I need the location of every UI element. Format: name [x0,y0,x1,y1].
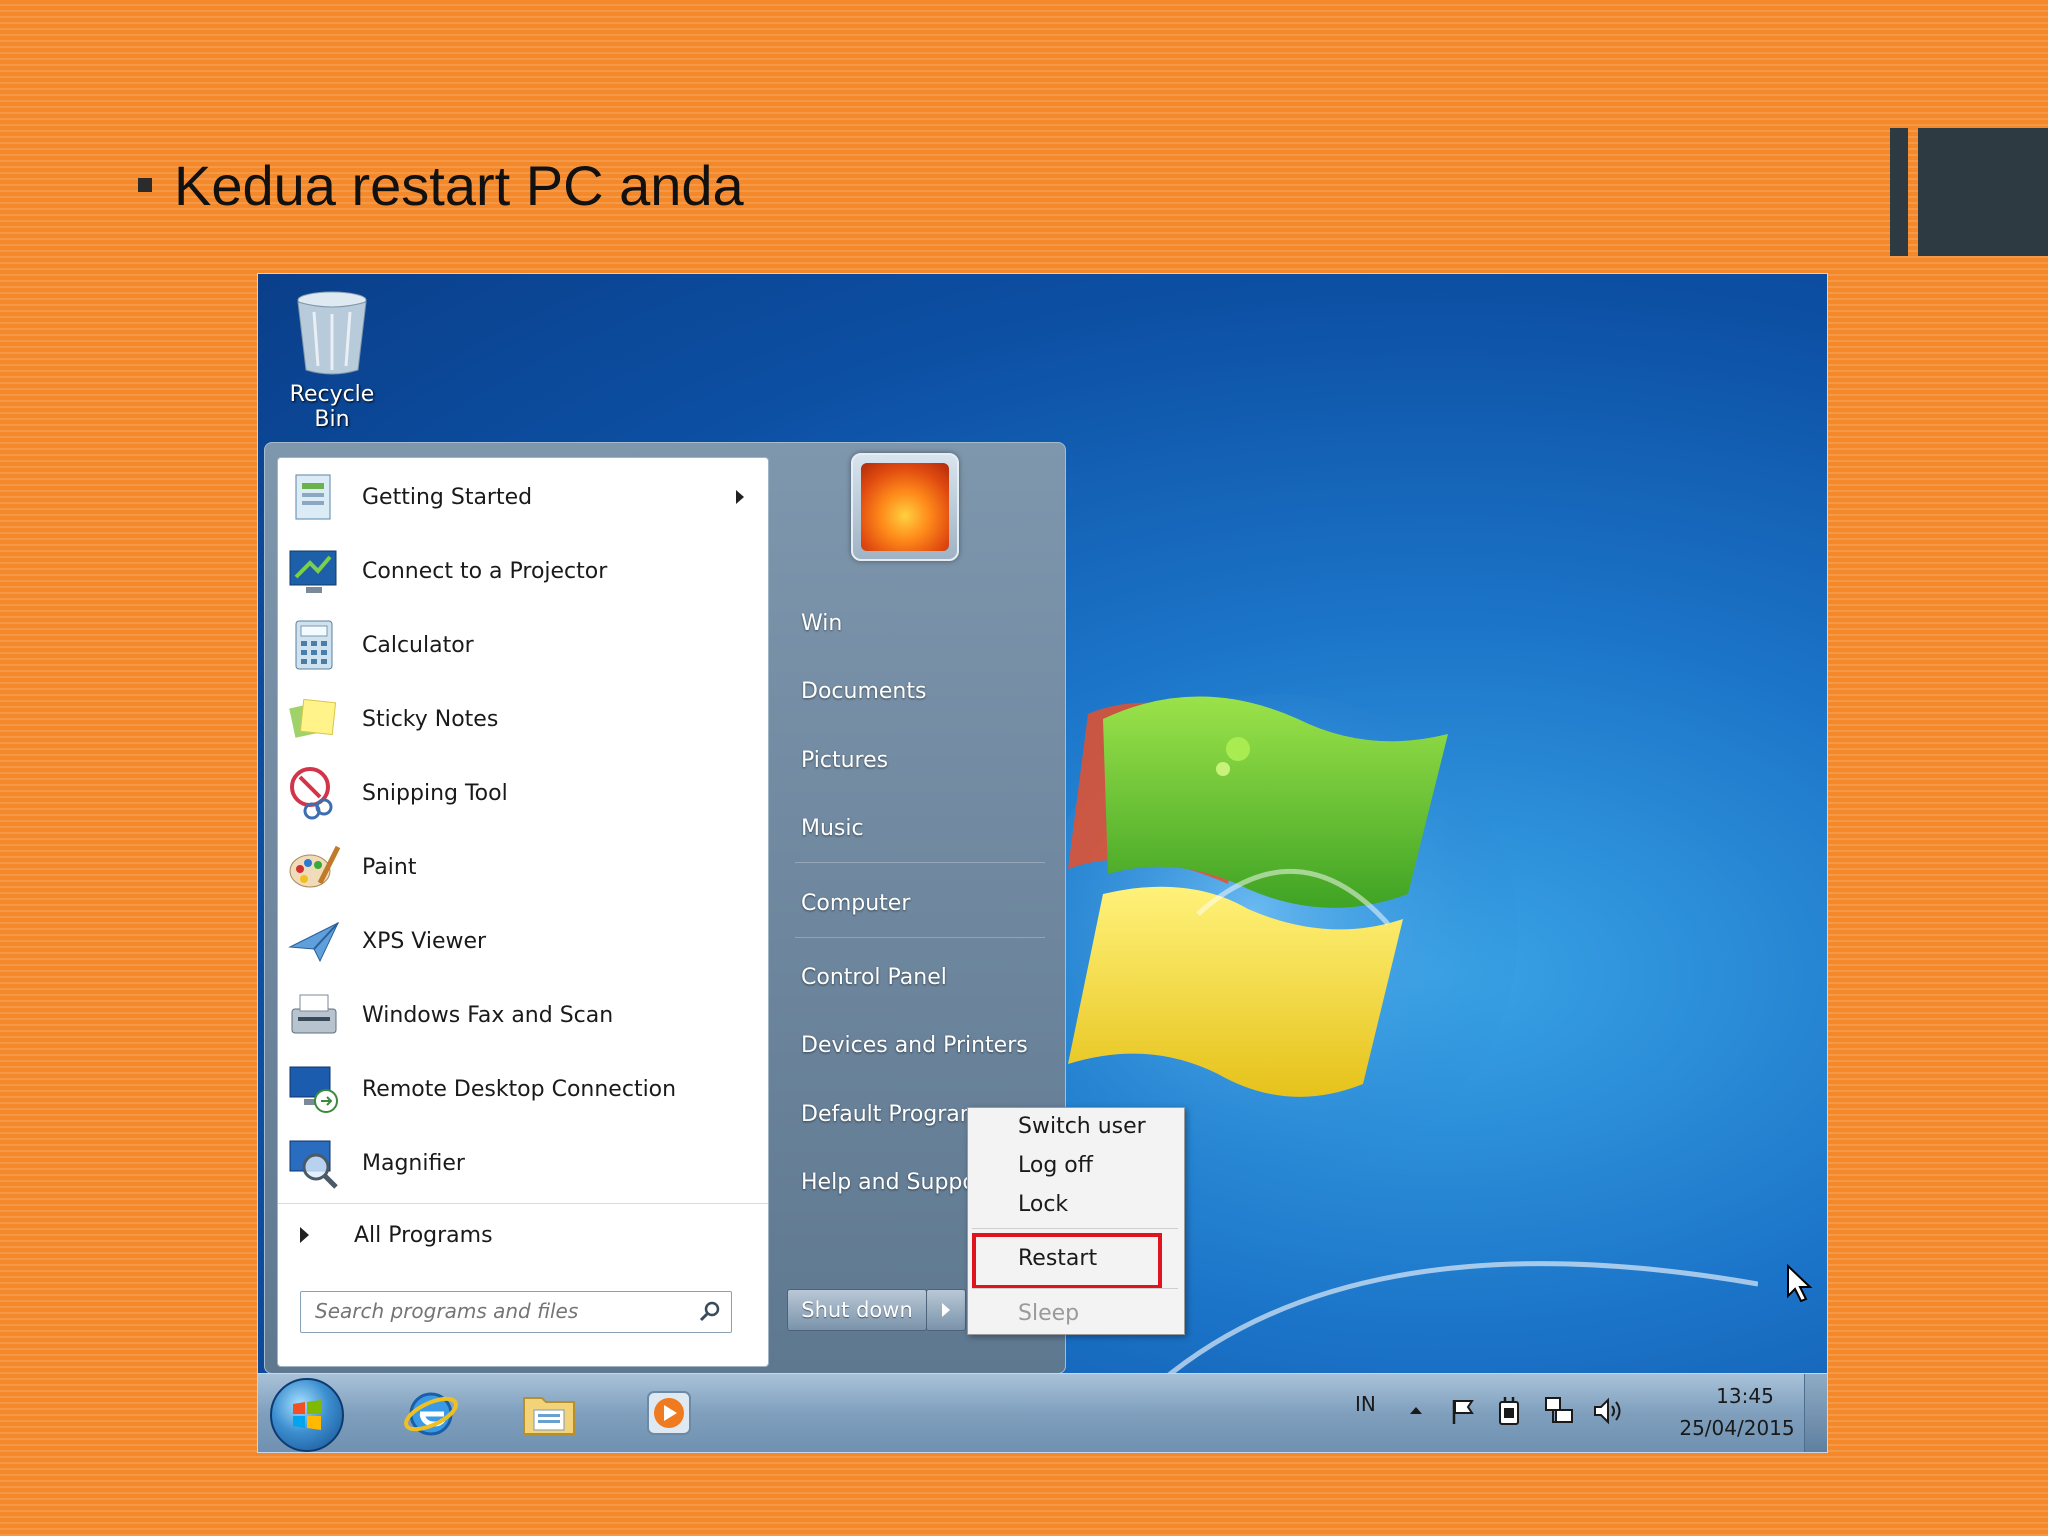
expand-arrow-icon [300,1227,309,1243]
action-center-flag-icon[interactable] [1448,1396,1478,1426]
menu-item-lock[interactable]: Lock [1018,1192,1068,1217]
search-icon[interactable] [699,1300,721,1322]
program-label: Snipping Tool [362,780,508,806]
fax-scan-icon [291,994,337,1034]
link-computer[interactable]: Computer [801,891,910,916]
program-label: Calculator [362,632,474,658]
divider [795,862,1045,863]
clock-time[interactable]: 13:45 [1690,1384,1800,1408]
flower-picture-icon [861,463,949,551]
menu-divider [972,1228,1178,1229]
menu-divider [972,1288,1178,1289]
search-box[interactable] [300,1291,732,1333]
all-programs-label: All Programs [354,1222,493,1248]
program-label: Magnifier [362,1150,465,1176]
bullet-icon [138,178,152,192]
link-control-panel[interactable]: Control Panel [801,965,947,990]
program-label: Connect to a Projector [362,558,608,584]
slide-title: Kedua restart PC anda [138,150,744,220]
link-documents[interactable]: Documents [801,679,926,704]
start-menu-programs-pane: Getting Started Connect to a Projector C… [277,457,769,1367]
program-connect-projector[interactable]: Connect to a Projector [278,534,768,608]
taskbar: IN 13:45 25/04/2015 [258,1373,1827,1452]
menu-item-sleep: Sleep [1018,1301,1080,1326]
wallpaper-light-arc [1158,1261,1758,1384]
link-music[interactable]: Music [801,816,864,841]
all-programs-button[interactable]: All Programs [278,1203,768,1266]
program-label: XPS Viewer [362,928,487,954]
start-menu: Getting Started Connect to a Projector C… [264,442,1066,1374]
link-help-support[interactable]: Help and Suppo [801,1170,976,1195]
program-calculator[interactable]: Calculator [278,608,768,682]
program-label: Windows Fax and Scan [362,1002,614,1028]
power-plug-icon[interactable] [1494,1394,1526,1428]
paint-icon [289,845,341,888]
user-avatar[interactable] [851,453,959,561]
shutdown-options-menu: Switch user Log off Lock Restart Sleep [967,1107,1185,1335]
program-paint[interactable]: Paint [278,830,768,904]
start-button[interactable] [270,1378,344,1452]
link-pictures[interactable]: Pictures [801,748,888,773]
corner-decoration-block [1918,128,2048,256]
program-magnifier[interactable]: Magnifier [278,1126,768,1200]
recycle-bin-icon [297,291,367,375]
program-getting-started[interactable]: Getting Started [278,460,768,534]
program-sticky-notes[interactable]: Sticky Notes [278,682,768,756]
magnifier-icon [289,1140,338,1189]
arrow-right-icon [942,1303,950,1317]
menu-item-log-off[interactable]: Log off [1018,1153,1093,1178]
link-default-programs[interactable]: Default Program [801,1102,981,1127]
program-snipping-tool[interactable]: Snipping Tool [278,756,768,830]
language-indicator[interactable]: IN [1355,1392,1376,1416]
program-xps-viewer[interactable]: XPS Viewer [278,904,768,978]
submenu-arrow-icon [736,490,744,504]
menu-item-restart[interactable]: Restart [1018,1246,1097,1271]
clock-date[interactable]: 25/04/2015 [1662,1416,1812,1440]
internet-explorer-icon[interactable] [402,1384,460,1442]
getting-started-icon [295,474,331,520]
slide-title-text: Kedua restart PC anda [174,153,744,217]
windows-flag-icon [293,1400,321,1430]
network-icon[interactable] [1542,1394,1576,1428]
windows-desktop-screenshot: Recycle Bin Getting Started Connect to a… [257,273,1828,1453]
mouse-cursor-icon [1787,1264,1813,1303]
menu-item-switch-user[interactable]: Switch user [1018,1114,1146,1139]
program-fax-scan[interactable]: Windows Fax and Scan [278,978,768,1052]
link-user-folder[interactable]: Win [801,611,842,636]
volume-speaker-icon[interactable] [1592,1396,1626,1426]
recycle-bin-label: Recycle Bin [289,382,375,432]
shutdown-button[interactable]: Shut down [787,1289,927,1331]
shutdown-options-button[interactable] [926,1289,966,1331]
sticky-notes-icon [289,698,337,738]
projector-icon [289,550,337,593]
program-remote-desktop[interactable]: Remote Desktop Connection [278,1052,768,1126]
show-desktop-button[interactable] [1804,1374,1827,1452]
corner-decoration [1890,128,1908,256]
divider [795,937,1045,938]
windows-explorer-icon[interactable] [520,1384,578,1442]
calculator-icon [295,620,333,670]
program-label: Paint [362,854,417,880]
remote-desktop-icon [289,1066,338,1113]
link-devices-printers[interactable]: Devices and Printers [801,1033,1028,1058]
media-player-icon[interactable] [640,1384,698,1442]
program-label: Remote Desktop Connection [362,1076,677,1102]
xps-viewer-icon [288,921,340,963]
program-label: Sticky Notes [362,706,499,732]
search-input[interactable] [301,1292,699,1330]
recycle-bin[interactable]: Recycle Bin [272,288,392,432]
show-hidden-icons-icon[interactable] [1408,1404,1424,1416]
program-label: Getting Started [362,484,533,510]
snipping-tool-icon [290,767,333,820]
